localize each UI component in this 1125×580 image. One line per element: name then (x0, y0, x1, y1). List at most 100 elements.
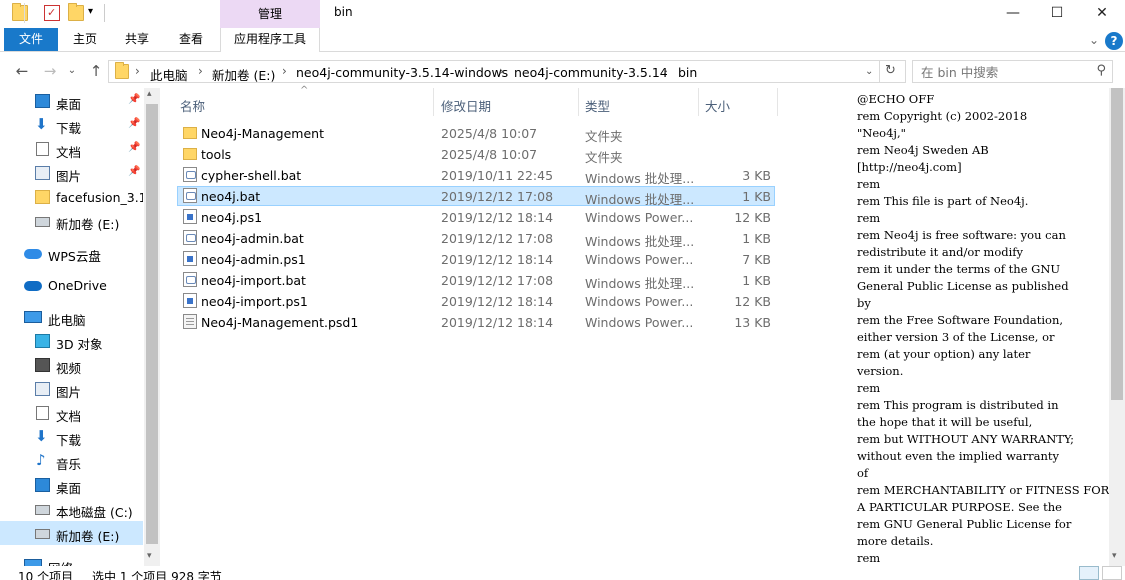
properties-icon[interactable]: ✓ (44, 5, 60, 21)
cloud-icon (24, 249, 42, 259)
address-dropdown-icon[interactable]: ⌄ (865, 66, 873, 77)
nav-item-wps-cloud[interactable]: WPS云盘 (0, 241, 143, 265)
tab-manage[interactable]: 管理 (220, 0, 320, 28)
nav-item-documents-pc[interactable]: 文档 (0, 401, 143, 425)
folder-icon (115, 62, 129, 79)
column-header-name[interactable]: 名称 (180, 96, 205, 115)
preview-line: of (857, 466, 869, 480)
preview-line: either version 3 of the License, or (857, 330, 1055, 344)
tab-application-tools-label[interactable]: 应用程序工具 (220, 28, 320, 51)
file-row[interactable]: neo4j.ps1 2019/12/12 18:14 Windows Power… (177, 207, 775, 227)
nav-item-this-pc[interactable]: 此电脑 (0, 305, 143, 329)
3d-objects-icon (35, 334, 50, 348)
forward-button[interactable]: → (40, 61, 60, 81)
nav-item-documents[interactable]: 文档 📌 (0, 137, 143, 161)
chevron-right-icon: › (282, 64, 287, 78)
file-row[interactable]: neo4j-admin.bat 2019/12/12 17:08 Windows… (177, 228, 775, 249)
pin-icon: 📌 (128, 94, 141, 105)
nav-scrollbar-thumb[interactable] (146, 104, 158, 544)
status-item-count: 10 个项目 (18, 570, 74, 580)
column-divider[interactable] (433, 88, 434, 116)
file-row[interactable]: Neo4j-Management.psd1 2019/12/12 18:14 W… (177, 312, 775, 332)
bat-file-icon (183, 272, 197, 287)
file-row[interactable]: Neo4j-Management 2025/4/8 10:07 文件夹 (177, 123, 775, 144)
file-row[interactable]: neo4j-import.ps1 2019/12/12 18:14 Window… (177, 291, 775, 311)
preview-line: "Neo4j," (857, 126, 906, 140)
maximize-button[interactable]: ☐ (1034, 0, 1080, 28)
tab-home[interactable]: 主页 (62, 28, 108, 51)
crumb-neo4j-windows[interactable]: neo4j-community-3.5.14-windows (296, 65, 508, 80)
window-title: bin (334, 5, 353, 19)
column-divider[interactable] (698, 88, 699, 116)
large-icons-view-button[interactable] (1102, 566, 1122, 580)
preview-line: redistribute it and/or modify (857, 245, 1024, 259)
customize-quick-access-icon[interactable]: ▾ (88, 6, 104, 22)
nav-item-onedrive[interactable]: OneDrive (0, 273, 143, 297)
file-row[interactable]: cypher-shell.bat 2019/10/11 22:45 Window… (177, 165, 775, 186)
up-button[interactable]: ↑ (86, 61, 106, 81)
drive-icon (35, 529, 50, 539)
nav-item-desktop-pc[interactable]: 桌面 (0, 473, 143, 497)
back-button[interactable]: ← (12, 61, 32, 81)
recent-locations-icon[interactable]: ⌄ (62, 61, 82, 81)
details-view-button[interactable] (1079, 566, 1099, 580)
file-row[interactable]: neo4j-admin.ps1 2019/12/12 18:14 Windows… (177, 249, 775, 269)
nav-item-downloads-pc[interactable]: ⬇ 下载 (0, 425, 143, 449)
nav-item-videos[interactable]: 视频 (0, 353, 143, 377)
crumb-bin[interactable]: bin (678, 65, 697, 80)
nav-item-drive-c[interactable]: 本地磁盘 (C:) (0, 497, 143, 521)
chevron-right-icon: › (499, 64, 504, 78)
nav-item-desktop[interactable]: 桌面 📌 (0, 89, 143, 113)
tab-view[interactable]: 查看 (168, 28, 214, 51)
download-icon: ⬇ (35, 115, 48, 133)
picture-icon (35, 382, 50, 396)
column-divider[interactable] (578, 88, 579, 116)
nav-item-music[interactable]: ♪ 音乐 (0, 449, 143, 473)
address-bar[interactable]: › 此电脑 › 新加卷 (E:) › neo4j-community-3.5.1… (108, 60, 906, 83)
search-box[interactable]: ⚲ (912, 60, 1113, 83)
column-divider[interactable] (777, 88, 778, 116)
preview-line: rem Neo4j is free software: you can (857, 228, 1066, 242)
crumb-neo4j-community[interactable]: neo4j-community-3.5.14 (514, 65, 668, 80)
nav-item-drive-e-pc[interactable]: 新加卷 (E:) (0, 521, 143, 545)
sort-ascending-icon: ^ (300, 85, 309, 96)
column-header-size[interactable]: 大小 (705, 96, 730, 115)
column-header-date[interactable]: 修改日期 (441, 96, 491, 115)
nav-item-pictures[interactable]: 图片 📌 (0, 161, 143, 185)
preview-line: rem but WITHOUT ANY WARRANTY; (857, 432, 1074, 446)
help-button[interactable]: ? (1105, 32, 1123, 50)
file-row[interactable]: neo4j-import.bat 2019/12/12 17:08 Window… (177, 270, 775, 291)
status-bar: 10 个项目 选中 1 个项目 928 字节 (0, 566, 1125, 580)
column-header-type[interactable]: 类型 (585, 96, 610, 115)
file-row[interactable]: tools 2025/4/8 10:07 文件夹 (177, 144, 775, 165)
nav-item-facefusion[interactable]: facefusion_3.1.1 (0, 185, 143, 209)
new-folder-icon[interactable] (68, 3, 84, 21)
scroll-down-icon[interactable]: ▾ (147, 551, 152, 561)
file-row-selected[interactable]: neo4j.bat 2019/12/12 17:08 Windows 批处理..… (177, 186, 775, 207)
pin-icon: 📌 (128, 166, 141, 177)
nav-item-network[interactable]: 网络 (0, 553, 143, 566)
nav-item-downloads[interactable]: ⬇ 下载 📌 (0, 113, 143, 137)
search-input[interactable] (921, 65, 1091, 80)
expand-ribbon-icon[interactable]: ⌄ (1089, 33, 1099, 47)
tab-share[interactable]: 共享 (114, 28, 160, 51)
crumb-drive-e[interactable]: 新加卷 (E:) (212, 65, 275, 84)
download-icon: ⬇ (35, 427, 48, 445)
close-button[interactable]: ✕ (1079, 0, 1125, 28)
nav-item-3d-objects[interactable]: 3D 对象 (0, 329, 143, 353)
network-icon (24, 559, 42, 566)
minimize-button[interactable]: — (990, 0, 1036, 28)
scroll-down-icon[interactable]: ▾ (1112, 551, 1117, 561)
nav-item-drive-e[interactable]: 新加卷 (E:) (0, 209, 143, 233)
preview-line: rem This program is distributed in (857, 398, 1059, 412)
nav-item-pictures-pc[interactable]: 图片 (0, 377, 143, 401)
tab-file[interactable]: 文件 (4, 28, 58, 51)
picture-icon (35, 166, 50, 180)
scroll-up-icon[interactable]: ▴ (147, 89, 152, 99)
separator (24, 3, 25, 23)
preview-line: the hope that it will be useful, (857, 415, 1033, 429)
crumb-this-pc[interactable]: 此电脑 (150, 65, 188, 84)
refresh-icon[interactable]: ↻ (885, 63, 896, 78)
preview-line: rem Copyright (c) 2002-2018 (857, 109, 1028, 123)
preview-scrollbar-thumb[interactable] (1111, 88, 1123, 400)
